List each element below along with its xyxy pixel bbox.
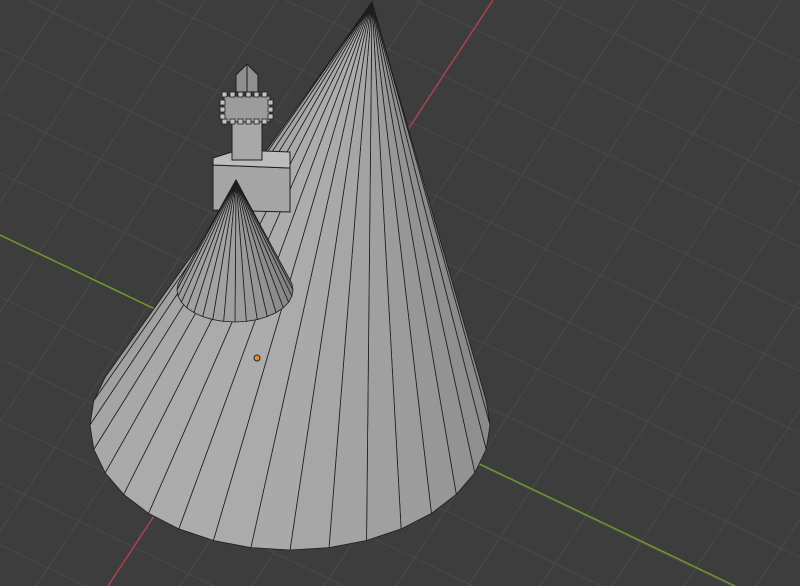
crenel-block — [237, 118, 244, 125]
crenel-block — [261, 91, 268, 98]
crenel-block — [221, 91, 228, 98]
object-origin-dot — [253, 354, 261, 362]
crenel-block — [229, 118, 236, 125]
crenel-block — [253, 118, 260, 125]
tower-crown — [223, 95, 271, 123]
crenel-block — [267, 113, 274, 120]
crenel-block — [221, 118, 228, 125]
3d-viewport[interactable] — [0, 0, 800, 586]
crenel-block — [261, 118, 268, 125]
crenel-block — [267, 106, 274, 113]
crenel-block — [219, 99, 226, 106]
crenel-block — [253, 91, 260, 98]
crenel-block — [245, 118, 252, 125]
crenel-block — [219, 106, 226, 113]
crenel-block — [219, 113, 226, 120]
crenel-block — [267, 99, 274, 106]
crenel-block — [245, 91, 252, 98]
crenel-block — [229, 91, 236, 98]
viewport-canvas[interactable] — [0, 0, 800, 586]
crenel-block — [237, 91, 244, 98]
